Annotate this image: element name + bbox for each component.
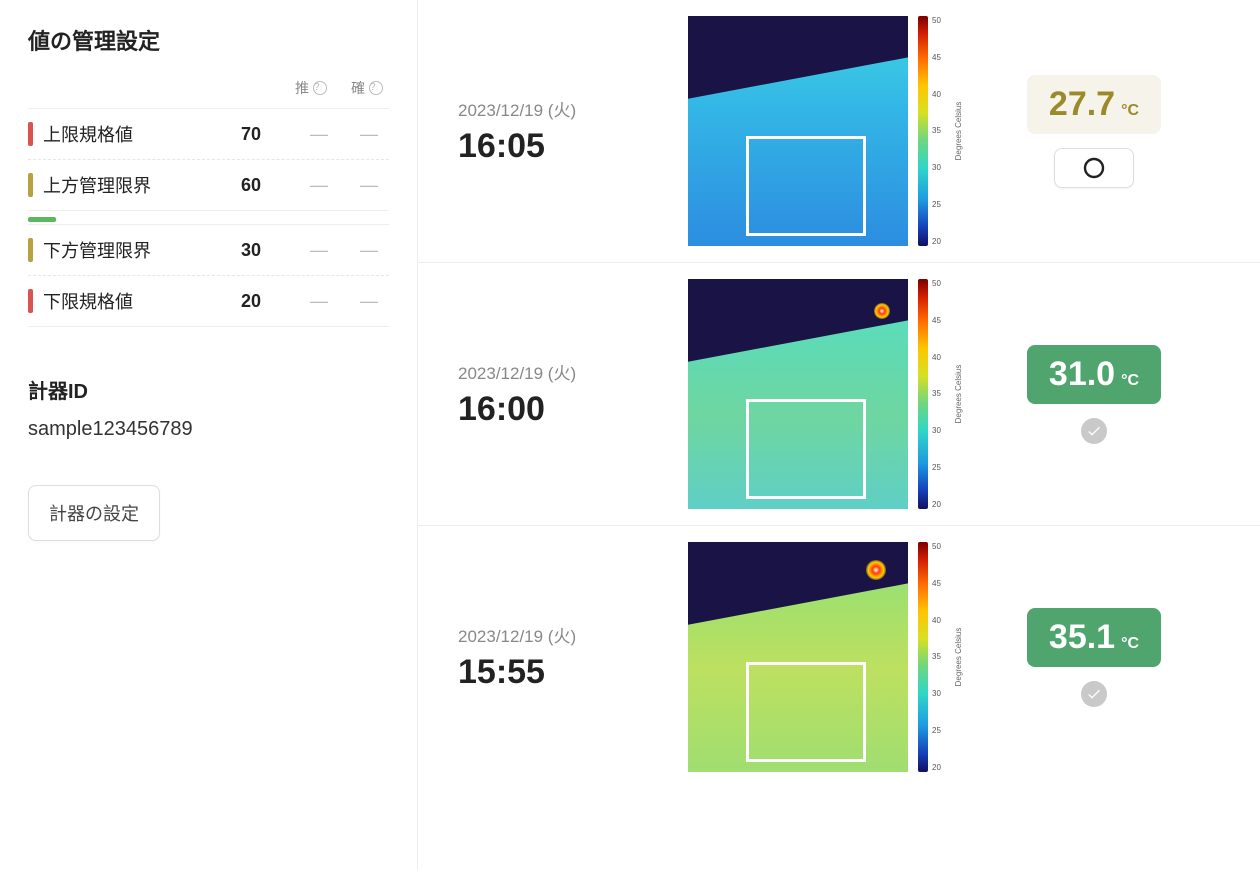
threshold-color-bar <box>28 289 33 313</box>
threshold-row: 下方管理限界 30 — — <box>28 225 389 276</box>
color-scale-label: Degrees Celsius <box>954 102 963 161</box>
reading-date: 2023/12/19 (火) <box>458 96 648 121</box>
color-scale-ticks: 50 45 40 35 30 25 20 <box>932 542 941 772</box>
threshold-table-lower: 下方管理限界 30 — — 下限規格値 20 — — <box>28 224 389 327</box>
color-scale: 50 45 40 35 30 25 20 Degrees Celsius <box>918 279 964 509</box>
hotspot-icon <box>874 303 890 319</box>
col-confirm: 確 ? <box>351 78 383 98</box>
reading-entry: 2023/12/19 (火) 16:00 50 45 40 35 30 25 <box>418 263 1260 526</box>
check-icon <box>1086 423 1102 439</box>
status-checked-icon[interactable] <box>1081 681 1107 707</box>
thermal-image[interactable] <box>688 279 908 509</box>
hotspot-icon <box>866 560 886 580</box>
sidebar: 値の管理設定 推 ? 確 ? 上限規格値 70 — — 上方管理限界 60 — … <box>0 0 418 870</box>
settings-column-headers: 推 ? 確 ? <box>28 78 389 98</box>
color-scale-label: Degrees Celsius <box>954 628 963 687</box>
circle-icon <box>1082 156 1106 180</box>
instrument-settings-button[interactable]: 計器の設定 <box>28 485 160 541</box>
instrument-id-title: 計器ID <box>28 375 389 404</box>
color-scale-bar <box>918 542 928 772</box>
roi-box <box>746 136 866 236</box>
temperature-unit: °C <box>1121 635 1139 653</box>
readings-list: 2023/12/19 (火) 16:05 50 45 40 35 30 25 2… <box>418 0 1260 870</box>
threshold-conf: — <box>349 175 389 196</box>
threshold-est: — <box>299 240 339 261</box>
threshold-value: 60 <box>241 175 289 196</box>
reading-datetime: 2023/12/19 (火) 16:00 <box>458 359 648 429</box>
reading-value-block: 27.7 °C <box>1004 75 1184 188</box>
threshold-conf: — <box>349 124 389 145</box>
instrument-id-value: sample123456789 <box>28 418 389 441</box>
temperature-unit: °C <box>1121 102 1139 120</box>
color-scale-bar <box>918 279 928 509</box>
threshold-label: 上方管理限界 <box>43 172 231 198</box>
reading-value-block: 35.1 °C <box>1004 608 1184 707</box>
threshold-label: 上限規格値 <box>43 121 231 147</box>
thermal-image[interactable] <box>688 542 908 772</box>
thermal-image-wrap: 50 45 40 35 30 25 20 Degrees Celsius <box>688 16 964 246</box>
reading-date: 2023/12/19 (火) <box>458 359 648 384</box>
threshold-value: 20 <box>241 291 289 312</box>
thermal-image-wrap: 50 45 40 35 30 25 20 Degrees Celsius <box>688 542 964 772</box>
roi-box <box>746 662 866 762</box>
threshold-est: — <box>299 124 339 145</box>
reading-datetime: 2023/12/19 (火) 15:55 <box>458 622 648 692</box>
threshold-conf: — <box>349 291 389 312</box>
threshold-label: 下限規格値 <box>43 288 231 314</box>
roi-box <box>746 399 866 499</box>
threshold-est: — <box>299 291 339 312</box>
temperature-value: 27.7 <box>1049 85 1115 124</box>
reading-value-block: 31.0 °C <box>1004 345 1184 444</box>
normal-range-indicator <box>28 217 56 222</box>
threshold-color-bar <box>28 122 33 146</box>
help-icon[interactable]: ? <box>369 81 383 95</box>
reading-status <box>1004 148 1184 188</box>
temperature-chip: 31.0 °C <box>1027 345 1161 404</box>
temperature-value: 31.0 <box>1049 355 1115 394</box>
thermal-image-wrap: 50 45 40 35 30 25 20 Degrees Celsius <box>688 279 964 509</box>
threshold-row: 上方管理限界 60 — — <box>28 160 389 211</box>
color-scale-ticks: 50 45 40 35 30 25 20 <box>932 16 941 246</box>
reading-datetime: 2023/12/19 (火) 16:05 <box>458 96 648 166</box>
color-scale: 50 45 40 35 30 25 20 Degrees Celsius <box>918 16 964 246</box>
threshold-value: 30 <box>241 240 289 261</box>
settings-title: 値の管理設定 <box>28 24 389 56</box>
reading-time: 15:55 <box>458 653 648 692</box>
threshold-table: 上限規格値 70 — — 上方管理限界 60 — — <box>28 108 389 211</box>
reading-time: 16:00 <box>458 390 648 429</box>
help-icon[interactable]: ? <box>313 81 327 95</box>
color-scale: 50 45 40 35 30 25 20 Degrees Celsius <box>918 542 964 772</box>
threshold-row: 下限規格値 20 — — <box>28 276 389 327</box>
status-checked-icon[interactable] <box>1081 418 1107 444</box>
reading-entry: 2023/12/19 (火) 15:55 50 45 40 35 30 25 <box>418 526 1260 788</box>
reading-time: 16:05 <box>458 127 648 166</box>
temperature-value: 35.1 <box>1049 618 1115 657</box>
color-scale-label: Degrees Celsius <box>954 365 963 424</box>
temperature-chip: 35.1 °C <box>1027 608 1161 667</box>
threshold-color-bar <box>28 238 33 262</box>
color-scale-bar <box>918 16 928 246</box>
thermal-image[interactable] <box>688 16 908 246</box>
col-estimate: 推 ? <box>295 78 327 98</box>
threshold-row: 上限規格値 70 — — <box>28 109 389 160</box>
reading-status <box>1004 418 1184 444</box>
color-scale-ticks: 50 45 40 35 30 25 20 <box>932 279 941 509</box>
threshold-value: 70 <box>241 124 289 145</box>
temperature-chip: 27.7 °C <box>1027 75 1161 134</box>
threshold-est: — <box>299 175 339 196</box>
status-pending-button[interactable] <box>1054 148 1134 188</box>
threshold-label: 下方管理限界 <box>43 237 231 263</box>
check-icon <box>1086 686 1102 702</box>
temperature-unit: °C <box>1121 372 1139 390</box>
reading-entry: 2023/12/19 (火) 16:05 50 45 40 35 30 25 2… <box>418 0 1260 263</box>
reading-date: 2023/12/19 (火) <box>458 622 648 647</box>
reading-status <box>1004 681 1184 707</box>
threshold-conf: — <box>349 240 389 261</box>
threshold-color-bar <box>28 173 33 197</box>
